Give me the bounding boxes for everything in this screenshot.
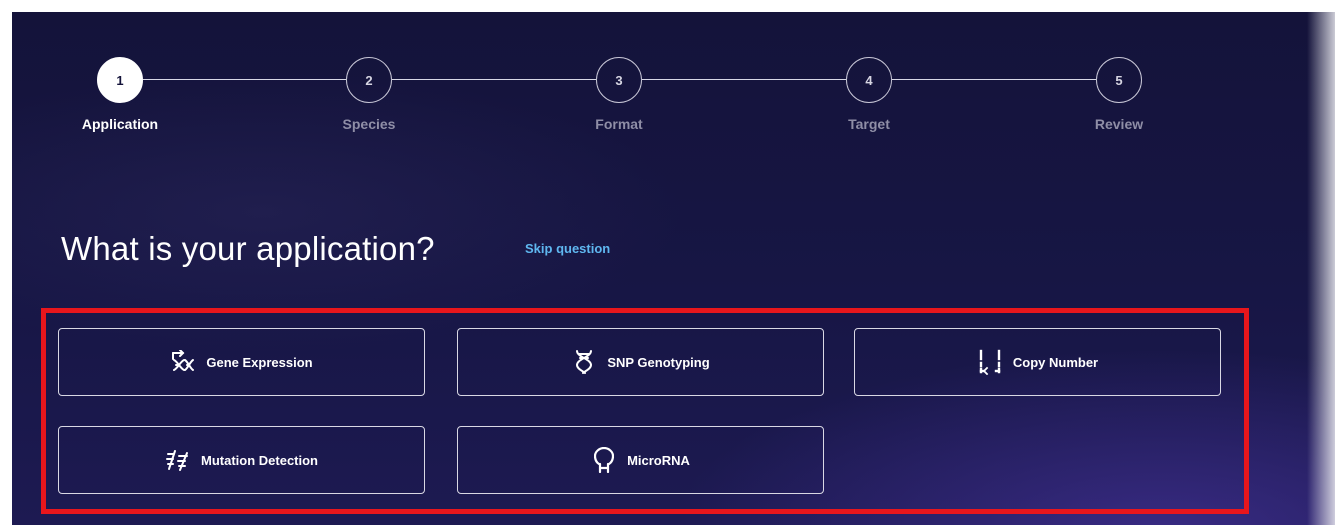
copy-number-label: Copy Number	[1012, 354, 1099, 370]
step-1-label: Application	[81, 116, 159, 132]
step-5-label: Review	[1094, 116, 1144, 132]
step-3-circle[interactable]: 3	[596, 57, 642, 103]
step-connector	[892, 79, 1096, 80]
step-4-label: Target	[848, 116, 890, 132]
mutation-detection-button[interactable]: Mutation Detection	[58, 426, 425, 494]
page: 1 2 3 4 5 Application Species Format Tar…	[0, 0, 1335, 525]
microrna-button[interactable]: MicroRNA	[457, 426, 824, 494]
step-1-circle[interactable]: 1	[97, 57, 143, 103]
step-connector	[642, 79, 846, 80]
step-connector	[392, 79, 596, 80]
skip-question-link[interactable]: Skip question	[525, 241, 610, 256]
progress-stepper: 1 2 3 4 5 Application Species Format Tar…	[12, 12, 1335, 152]
gene-expression-icon	[170, 349, 196, 375]
microrna-label: MicroRNA	[627, 452, 690, 468]
snp-genotyping-label: SNP Genotyping	[607, 354, 710, 370]
mutation-detection-icon	[165, 447, 191, 473]
step-4-circle[interactable]: 4	[846, 57, 892, 103]
copy-number-icon	[977, 349, 1003, 375]
copy-number-button[interactable]: Copy Number	[854, 328, 1221, 396]
question-heading: What is your application?	[61, 230, 435, 267]
step-5-circle[interactable]: 5	[1096, 57, 1142, 103]
snp-genotyping-button[interactable]: SNP Genotyping	[457, 328, 824, 396]
dna-helix-icon	[571, 349, 597, 375]
step-connector	[143, 79, 346, 80]
step-3-label: Format	[595, 116, 643, 132]
mutation-detection-label: Mutation Detection	[201, 452, 318, 468]
microrna-icon	[591, 447, 617, 473]
gene-expression-button[interactable]: Gene Expression	[58, 328, 425, 396]
step-2-label: Species	[342, 116, 396, 132]
step-2-circle[interactable]: 2	[346, 57, 392, 103]
gene-expression-label: Gene Expression	[206, 354, 313, 370]
wizard-panel: 1 2 3 4 5 Application Species Format Tar…	[12, 12, 1335, 525]
panel-right-fade	[1307, 12, 1335, 525]
